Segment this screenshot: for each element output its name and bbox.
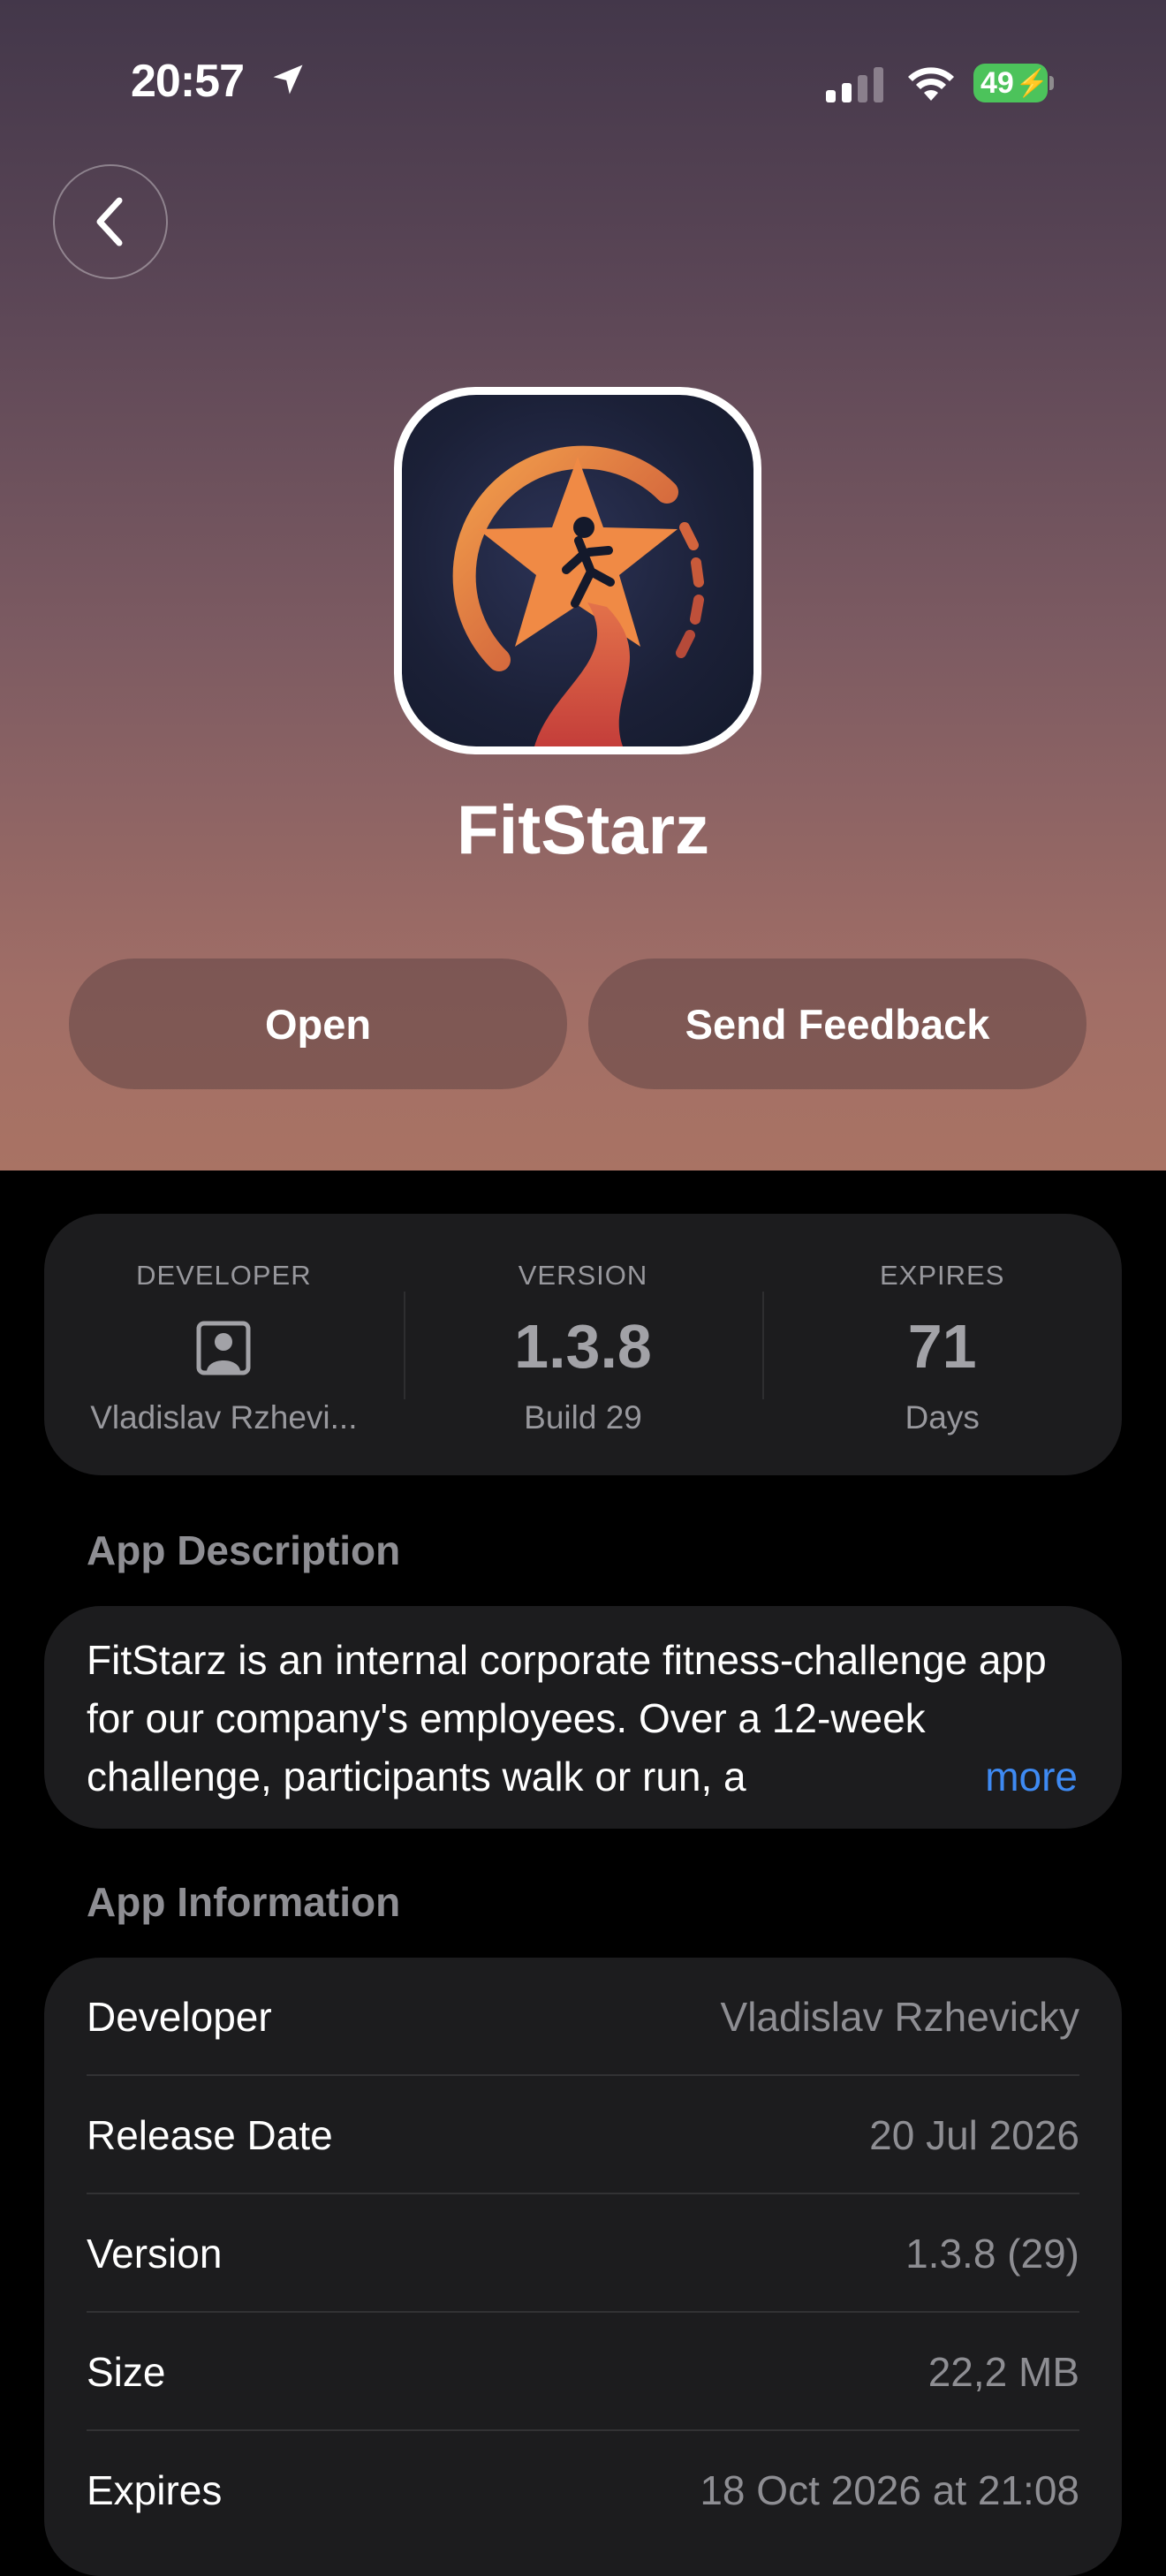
app-description-card[interactable]: FitStarz is an internal corporate fitnes…	[44, 1606, 1122, 1829]
back-button[interactable]	[53, 164, 168, 279]
stat-version: VERSION 1.3.8 Build 29	[403, 1214, 763, 1475]
info-key: Developer	[87, 1994, 272, 2040]
info-key: Expires	[87, 2467, 223, 2513]
location-arrow-icon	[273, 64, 303, 95]
app-icon	[394, 387, 761, 754]
cellular-signal-icon	[826, 67, 883, 102]
app-information-card: Developer Vladislav Rzhevicky Release Da…	[44, 1958, 1122, 2576]
wifi-icon	[908, 67, 954, 101]
send-feedback-button[interactable]: Send Feedback	[588, 958, 1086, 1089]
info-row-expires: Expires 18 Oct 2026 at 21:08	[87, 2431, 1079, 2549]
stat-expires: EXPIRES 71 Days	[762, 1214, 1122, 1475]
battery-cap	[1049, 76, 1054, 90]
info-row-developer: Developer Vladislav Rzhevicky	[87, 1958, 1079, 2076]
info-row-release-date: Release Date 20 Jul 2026	[87, 2076, 1079, 2194]
stat-version-value: 1.3.8	[514, 1312, 652, 1381]
app-description-heading: App Description	[87, 1527, 401, 1573]
stat-developer[interactable]: DEVELOPER Vladislav Rzhevi...	[44, 1214, 404, 1475]
open-button[interactable]: Open	[69, 958, 567, 1089]
status-bar: 20:57 49 ⚡	[0, 55, 1166, 117]
stat-expires-label: EXPIRES	[879, 1260, 1005, 1291]
more-link[interactable]: more	[879, 1747, 1078, 1806]
stats-card: DEVELOPER Vladislav Rzhevi... VERSION 1.…	[44, 1214, 1122, 1475]
app-logo-graphic	[452, 445, 704, 746]
stat-developer-name: Vladislav Rzhevi...	[90, 1399, 358, 1436]
info-row-version: Version 1.3.8 (29)	[87, 2194, 1079, 2313]
info-value: 20 Jul 2026	[869, 2112, 1079, 2158]
stat-version-build: Build 29	[524, 1399, 642, 1436]
battery-icon: 49 ⚡	[973, 64, 1049, 102]
info-value: 18 Oct 2026 at 21:08	[700, 2467, 1079, 2513]
stat-version-label: VERSION	[518, 1260, 648, 1291]
stat-expires-value: 71	[907, 1312, 977, 1381]
info-key: Size	[87, 2349, 166, 2395]
app-information-heading: App Information	[87, 1879, 401, 1925]
stat-developer-label: DEVELOPER	[136, 1260, 312, 1291]
info-key: Version	[87, 2231, 223, 2277]
status-time: 20:57	[131, 56, 245, 107]
battery-level: 49	[980, 65, 1014, 100]
info-value: 22,2 MB	[928, 2349, 1079, 2395]
info-value: Vladislav Rzhevicky	[720, 1994, 1079, 2040]
info-row-size: Size 22,2 MB	[87, 2313, 1079, 2431]
chevron-left-icon	[96, 197, 123, 246]
info-key: Release Date	[87, 2112, 333, 2158]
app-title: FitStarz	[456, 791, 710, 868]
info-value: 1.3.8 (29)	[905, 2231, 1079, 2277]
person-icon	[196, 1321, 251, 1375]
stat-expires-unit: Days	[905, 1399, 980, 1436]
